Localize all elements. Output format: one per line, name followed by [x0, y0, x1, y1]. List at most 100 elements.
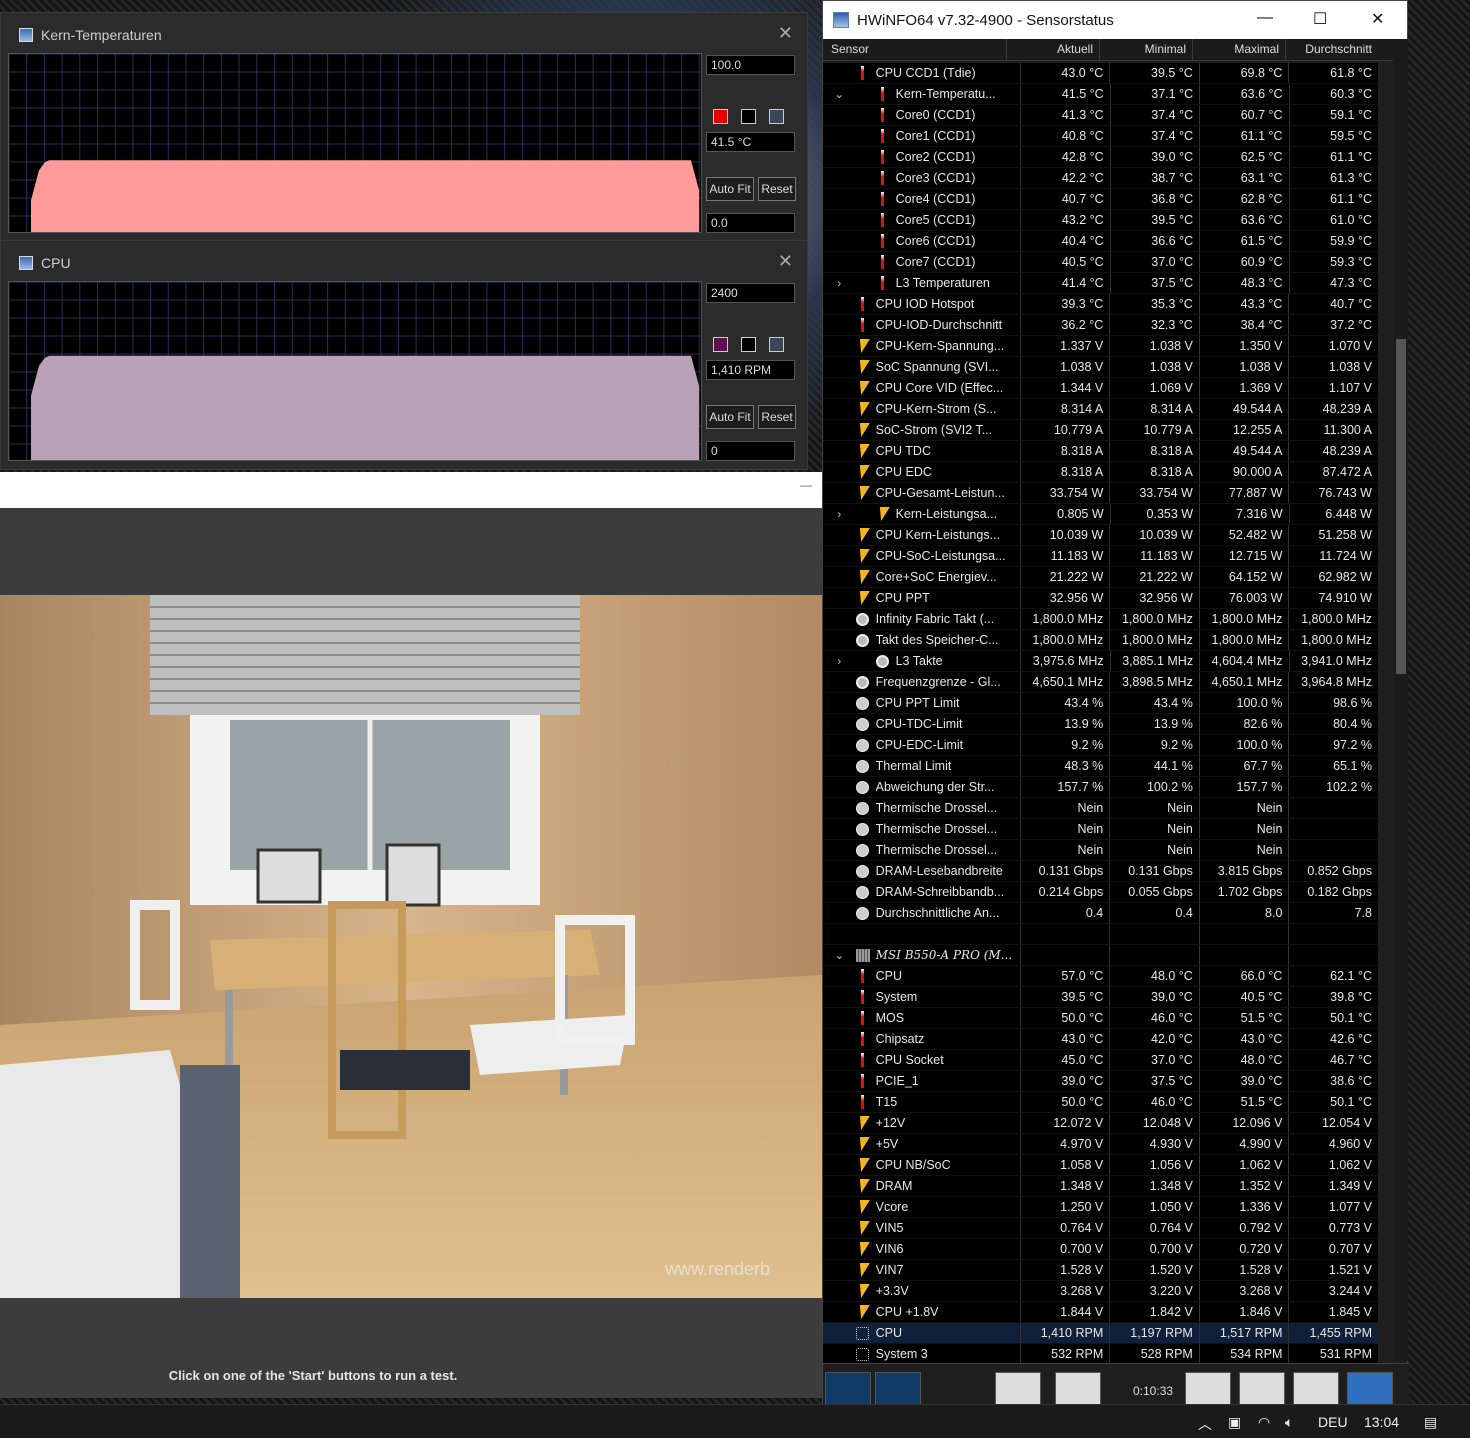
sensor-row[interactable] — [823, 924, 1378, 945]
sensor-row[interactable]: T15 50.0 °C 46.0 °C 51.5 °C 50.1 °C — [823, 1092, 1378, 1113]
sensor-row[interactable]: Core7 (CCD1) 40.5 °C 37.0 °C 60.9 °C 59.3 °C — [823, 252, 1378, 273]
sensor-row[interactable]: DRAM-Lesebandbreite 0.131 Gbps 0.131 Gbps 3… — [823, 861, 1378, 882]
sensor-row[interactable]: CPU-Gesamt-Leistun... 33.754 W 33.754 W 77.… — [823, 483, 1378, 504]
sensor-row[interactable]: Durchschnittliche An... 0.4 0.4 8.0 7.8 — [823, 903, 1378, 924]
sensor-row[interactable]: +3.3V 3.268 V 3.220 V 3.268 V 3.244 V — [823, 1281, 1378, 1302]
scrollbar-thumb[interactable] — [1396, 339, 1406, 674]
maximize-icon[interactable]: ☐ — [1313, 9, 1327, 29]
sensor-row[interactable]: CPU-EDC-Limit 9.2 % 9.2 % 100.0 % 97.2 % — [823, 735, 1378, 756]
auto-fit-button[interactable]: Auto Fit — [706, 177, 754, 201]
chevron-right-icon[interactable]: › — [823, 654, 856, 668]
sensor-row[interactable]: Core+SoC Energiev... 21.222 W 21.222 W 64.1… — [823, 567, 1378, 588]
sensor-row[interactable]: Core4 (CCD1) 40.7 °C 36.8 °C 62.8 °C 61.1 °C — [823, 189, 1378, 210]
chevron-right-icon[interactable]: › — [823, 507, 856, 521]
sensor-row[interactable]: ⌄ Kern-Temperatu... 41.5 °C 37.1 °C 63.6 °C 6… — [823, 84, 1378, 105]
sensor-row[interactable]: Core5 (CCD1) 43.2 °C 39.5 °C 63.6 °C 61.0 °C — [823, 210, 1378, 231]
scrollbar[interactable] — [1394, 39, 1408, 1361]
graph-max-value[interactable]: 100.0 — [706, 55, 795, 75]
graph-icon-button[interactable] — [995, 1372, 1041, 1406]
sensor-row[interactable]: SoC Spannung (SVI... 1.038 V 1.038 V 1.038 … — [823, 357, 1378, 378]
sensor-row[interactable]: Thermische Drossel... Nein Nein Nein — [823, 798, 1378, 819]
graph-titlebar[interactable]: CPU ✕ — [1, 241, 807, 285]
minimize-icon[interactable]: — — [800, 478, 812, 492]
sensor-row[interactable]: System 3 532 RPM 528 RPM 534 RPM 531 RPM — [823, 1344, 1378, 1365]
sensor-row[interactable]: › L3 Takte 3,975.6 MHz 3,885.1 MHz 4,604.4 M… — [823, 651, 1378, 672]
sensor-row[interactable]: CPU-SoC-Leistungsa... 11.183 W 11.183 W 12.… — [823, 546, 1378, 567]
close-icon[interactable]: ✕ — [1371, 9, 1384, 29]
sensor-row[interactable]: › L3 Temperaturen 41.4 °C 37.5 °C 48.3 °C 47.… — [823, 273, 1378, 294]
sensor-row[interactable]: CPU CCD1 (Tdie) 43.0 °C 39.5 °C 69.8 °C 61.8… — [823, 63, 1378, 84]
sensor-row[interactable]: VIN6 0.700 V 0.700 V 0.720 V 0.707 V — [823, 1239, 1378, 1260]
color-swatch[interactable] — [713, 337, 728, 352]
sensor-row[interactable]: CPU Socket 45.0 °C 37.0 °C 48.0 °C 46.7 °C — [823, 1050, 1378, 1071]
column-maximal[interactable]: Maximal — [1193, 39, 1286, 60]
notification-icon[interactable]: ▤ — [1424, 1414, 1437, 1431]
wifi-icon[interactable]: ◠ — [1258, 1414, 1270, 1431]
sensor-row[interactable]: CPU PPT 32.956 W 32.956 W 76.003 W 74.910 W — [823, 588, 1378, 609]
close-sensors-button[interactable] — [1347, 1372, 1393, 1406]
chevron-right-icon[interactable]: › — [823, 276, 856, 290]
hwinfo-titlebar[interactable]: HWiNFO64 v7.32-4900 - Sensorstatus — ☐ ✕ — [823, 1, 1407, 39]
color-swatch[interactable] — [769, 337, 784, 352]
color-swatch[interactable] — [741, 337, 756, 352]
column-durchschnitt[interactable]: Durchschnitt — [1286, 39, 1378, 60]
sensor-row[interactable]: MOS 50.0 °C 46.0 °C 51.5 °C 50.1 °C — [823, 1008, 1378, 1029]
sensor-row[interactable]: Infinity Fabric Takt (... 1,800.0 MHz 1,80… — [823, 609, 1378, 630]
chevron-down-icon[interactable]: ⌄ — [823, 87, 856, 101]
report-icon-button[interactable] — [1239, 1372, 1285, 1406]
close-icon[interactable]: ✕ — [778, 23, 793, 44]
sensor-row[interactable]: DRAM 1.348 V 1.348 V 1.352 V 1.349 V — [823, 1176, 1378, 1197]
sensor-row[interactable]: CPU 1,410 RPM 1,197 RPM 1,517 RPM 1,455 RPM — [823, 1323, 1378, 1344]
close-icon[interactable]: ✕ — [778, 251, 793, 272]
column-aktuell[interactable]: Aktuell — [1007, 39, 1100, 60]
sensor-row[interactable]: +12V 12.072 V 12.048 V 12.096 V 12.054 V — [823, 1113, 1378, 1134]
sensor-row[interactable]: Thermal Limit 48.3 % 44.1 % 67.7 % 65.1 % — [823, 756, 1378, 777]
graph-max-value[interactable]: 2400 — [706, 283, 795, 303]
sensor-row[interactable]: CPU IOD Hotspot 39.3 °C 35.3 °C 43.3 °C 40.7… — [823, 294, 1378, 315]
sensor-row[interactable]: Core3 (CCD1) 42.2 °C 38.7 °C 63.1 °C 61.3 °C — [823, 168, 1378, 189]
app-titlebar[interactable]: — — [0, 472, 822, 508]
sensor-row[interactable]: Core6 (CCD1) 40.4 °C 36.6 °C 61.5 °C 59.9 °C — [823, 231, 1378, 252]
sensor-row[interactable]: CPU-TDC-Limit 13.9 % 13.9 % 82.6 % 80.4 % — [823, 714, 1378, 735]
sensor-row[interactable]: Vcore 1.250 V 1.050 V 1.336 V 1.077 V — [823, 1197, 1378, 1218]
sensor-row[interactable]: CPU TDC 8.318 A 8.318 A 49.544 A 48.239 A — [823, 441, 1378, 462]
graph-window-kern-temperaturen[interactable]: Kern-Temperaturen ✕ 100.0 41.5 °C Auto F… — [0, 12, 808, 242]
minimize-icon[interactable]: — — [1257, 9, 1273, 27]
graph-window-cpu[interactable]: CPU ✕ 2400 1,410 RPM Auto Fit Reset 0 — [0, 240, 808, 470]
sensor-row[interactable]: Chipsatz 43.0 °C 42.0 °C 43.0 °C 42.6 °C — [823, 1029, 1378, 1050]
graph-min-value[interactable]: 0.0 — [706, 213, 795, 233]
reset-button[interactable]: Reset — [758, 177, 796, 201]
sensor-row[interactable]: Core1 (CCD1) 40.8 °C 37.4 °C 61.1 °C 59.5 °C — [823, 126, 1378, 147]
reset-button[interactable]: Reset — [758, 405, 796, 429]
sensor-row[interactable]: CPU Core VID (Effec... 1.344 V 1.069 V 1.36… — [823, 378, 1378, 399]
column-sensor[interactable]: Sensor — [823, 39, 1007, 60]
camera-icon[interactable]: ▣ — [1228, 1414, 1241, 1431]
sensor-row[interactable]: Thermische Drossel... Nein Nein Nein — [823, 840, 1378, 861]
clock-icon-button[interactable] — [1185, 1372, 1231, 1406]
sensor-row[interactable]: CPU-IOD-Durchschnitt 36.2 °C 32.3 °C 38.4 °… — [823, 315, 1378, 336]
sensor-row[interactable]: VIN5 0.764 V 0.764 V 0.792 V 0.773 V — [823, 1218, 1378, 1239]
color-swatch[interactable] — [769, 109, 784, 124]
sensor-row[interactable]: Takt des Speicher-C... 1,800.0 MHz 1,800.0… — [823, 630, 1378, 651]
sensor-row[interactable]: DRAM-Schreibbandb... 0.214 Gbps 0.055 Gbps… — [823, 882, 1378, 903]
sensor-row[interactable]: Core2 (CCD1) 42.8 °C 39.0 °C 62.5 °C 61.1 °C — [823, 147, 1378, 168]
color-swatch[interactable] — [741, 109, 756, 124]
graph-min-value[interactable]: 0 — [706, 441, 795, 461]
sensor-row[interactable]: PCIE_1 39.0 °C 37.5 °C 39.0 °C 38.6 °C — [823, 1071, 1378, 1092]
network-icon-button[interactable] — [1055, 1372, 1101, 1406]
clock[interactable]: 13:04 — [1364, 1414, 1399, 1430]
chevron-up-icon[interactable]: ︿ — [1198, 1414, 1212, 1434]
collapse-arrows-button[interactable] — [875, 1372, 921, 1406]
sensor-row[interactable]: CPU PPT Limit 43.4 % 43.4 % 100.0 % 98.6 % — [823, 693, 1378, 714]
chevron-down-icon[interactable]: ⌄ — [823, 948, 856, 962]
sensor-row[interactable]: Core0 (CCD1) 41.3 °C 37.4 °C 60.7 °C 59.1 °C — [823, 105, 1378, 126]
language-indicator[interactable]: DEU — [1318, 1414, 1348, 1430]
speaker-icon[interactable]: 🔈︎ — [1285, 1414, 1293, 1431]
sensor-row[interactable]: CPU +1.8V 1.844 V 1.842 V 1.846 V 1.845 V — [823, 1302, 1378, 1323]
hwinfo-sensor-window[interactable]: HWiNFO64 v7.32-4900 - Sensorstatus — ☐ ✕… — [822, 0, 1409, 1406]
sensor-row[interactable]: CPU-Kern-Spannung... 1.337 V 1.038 V 1.350 … — [823, 336, 1378, 357]
expand-arrows-button[interactable] — [825, 1372, 871, 1406]
sensor-row[interactable]: Abweichung der Str... 157.7 % 100.2 % 157.7… — [823, 777, 1378, 798]
graph-titlebar[interactable]: Kern-Temperaturen ✕ — [1, 13, 807, 57]
sensor-row[interactable]: +5V 4.970 V 4.930 V 4.990 V 4.960 V — [823, 1134, 1378, 1155]
